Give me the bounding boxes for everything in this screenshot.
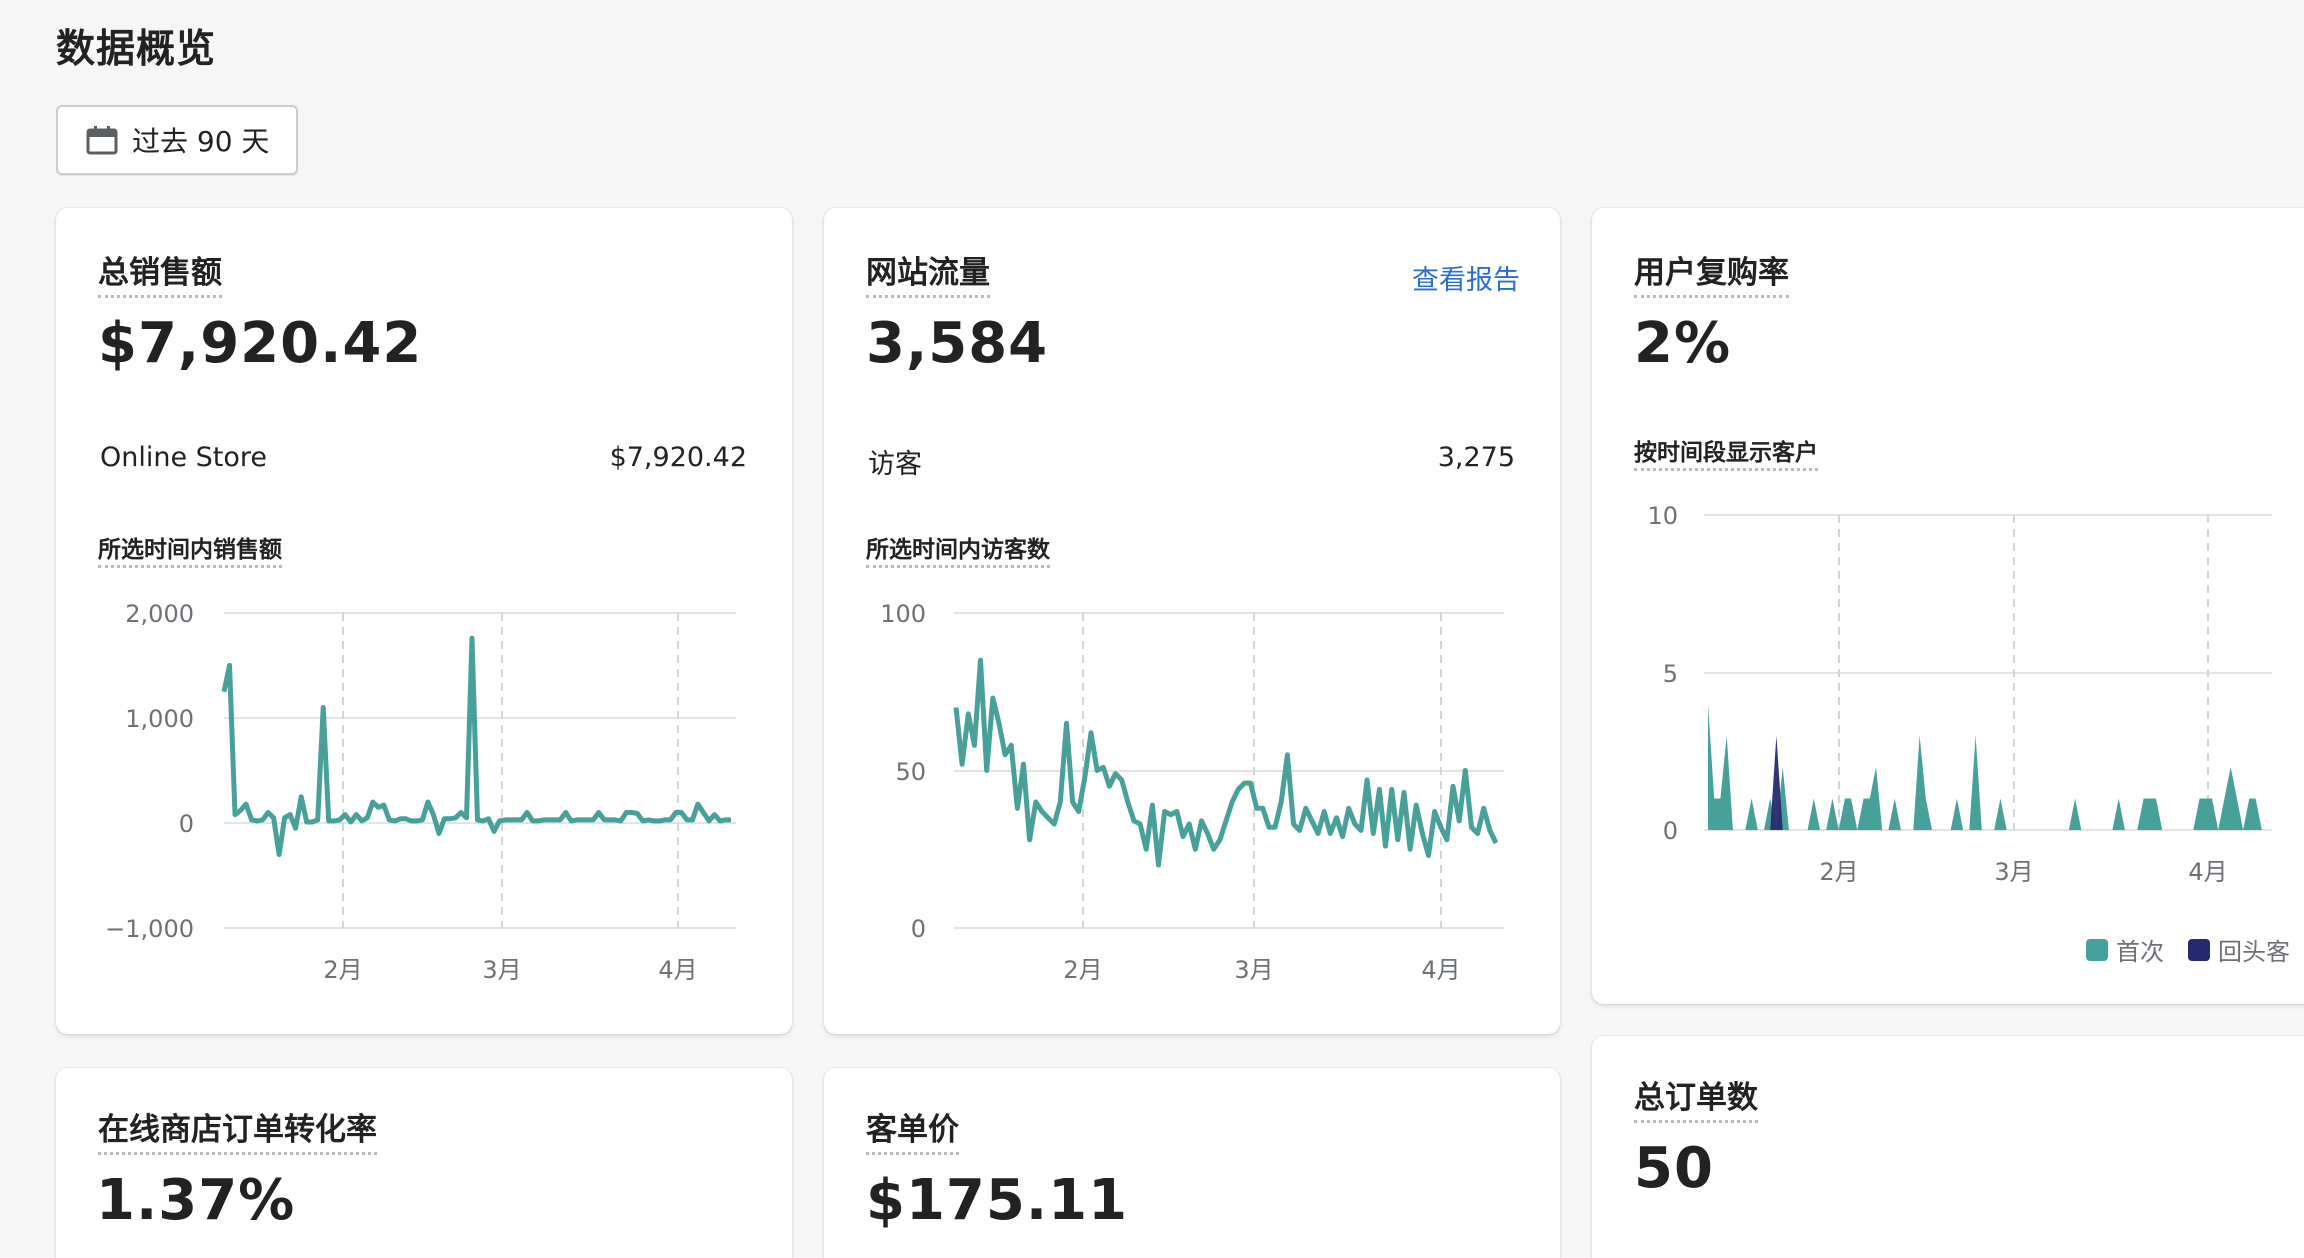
repeat-chart-title[interactable]: 按时间段显示客户 [1634, 433, 1818, 471]
sales-card: 总销售额 $7,920.42 Online Store $7,920.42 所选… [56, 208, 792, 1034]
y-tick-label: 0 [1663, 817, 1678, 845]
y-tick-label: 0 [911, 915, 926, 943]
visitors-label: 访客 [868, 449, 922, 480]
legend-swatch-returning [2188, 938, 2210, 961]
aov-card: 客单价 $175.11 [824, 1068, 1560, 1258]
calendar-icon [86, 126, 118, 155]
x-tick-label: 2月 [323, 956, 362, 984]
page-title: 数据概览 [56, 27, 217, 72]
legend-swatch-first [2086, 938, 2108, 961]
x-tick-label: 4月 [1421, 956, 1460, 984]
conversion-card: 在线商店订单转化率 1.37% [56, 1068, 792, 1258]
date-range-button[interactable]: 过去 90 天 [56, 105, 298, 175]
x-tick-label: 3月 [1234, 956, 1273, 984]
repeat-value: 2% [1634, 311, 1732, 376]
traffic-value: 3,584 [866, 311, 1049, 376]
traffic-card-title[interactable]: 网站流量 [866, 253, 990, 298]
orders-card: 总订单数 50 [1592, 1036, 2304, 1258]
y-tick-label: 2,000 [125, 600, 194, 628]
y-tick-label: −1,000 [105, 915, 194, 943]
legend-label-returning: 回头客 [2218, 938, 2290, 966]
x-tick-label: 3月 [1994, 858, 2033, 886]
dashboard-page: 数据概览 过去 90 天 总销售额 $7,920.42 Online Store… [0, 0, 2304, 1258]
aov-value: $175.11 [866, 1168, 1129, 1233]
series-area-first [1708, 704, 2268, 830]
conversion-value: 1.37% [96, 1168, 296, 1233]
sales-value: $7,920.42 [98, 311, 423, 376]
sales-channel-value: $7,920.42 [609, 442, 747, 473]
x-tick-label: 4月 [658, 956, 697, 984]
series-line [953, 657, 1499, 868]
x-tick-label: 4月 [2188, 858, 2227, 886]
y-tick-label: 10 [1647, 502, 1678, 530]
conversion-card-title[interactable]: 在线商店订单转化率 [98, 1110, 377, 1155]
orders-value: 50 [1634, 1136, 1714, 1201]
orders-card-title[interactable]: 总订单数 [1634, 1078, 1758, 1123]
y-tick-label: 50 [895, 758, 926, 786]
series-line [221, 635, 731, 857]
visitors-value: 3,275 [1437, 442, 1515, 473]
chart-legend: 首次 回头客 [2086, 932, 2290, 967]
legend-label-first: 首次 [2116, 938, 2164, 966]
traffic-chart-title[interactable]: 所选时间内访客数 [866, 530, 1050, 568]
y-tick-label: 0 [179, 810, 194, 838]
y-tick-label: 1,000 [125, 705, 194, 733]
sales-card-title[interactable]: 总销售额 [98, 253, 222, 298]
sales-channel-label: Online Store [100, 442, 268, 473]
series-area-returning [1708, 735, 2268, 830]
x-tick-label: 3月 [482, 956, 521, 984]
x-tick-label: 2月 [1063, 956, 1102, 984]
traffic-card: 网站流量 查看报告 3,584 访客 3,275 所选时间内访客数 100 50 0… [824, 208, 1560, 1034]
x-tick-label: 2月 [1819, 858, 1858, 886]
repeat-rate-card: 用户复购率 2% 按时间段显示客户 10 5 0 2月 3月 4月 首次 回头客 [1592, 208, 2304, 1004]
view-report-link[interactable]: 查看报告 [1412, 258, 1520, 297]
aov-card-title[interactable]: 客单价 [866, 1110, 959, 1155]
repeat-card-title[interactable]: 用户复购率 [1634, 253, 1789, 298]
sales-chart-title[interactable]: 所选时间内销售额 [98, 530, 282, 568]
date-range-label: 过去 90 天 [132, 125, 270, 158]
y-tick-label: 5 [1663, 660, 1678, 688]
y-tick-label: 100 [880, 600, 926, 628]
